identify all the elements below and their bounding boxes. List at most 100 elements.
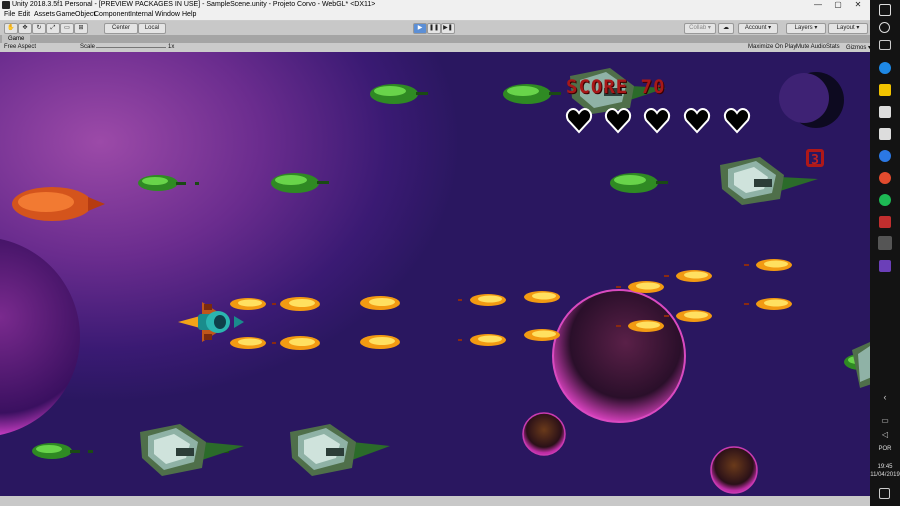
transform-tool-icon[interactable]: ⊞ <box>74 23 88 34</box>
green-bullet <box>271 173 329 193</box>
mail-icon[interactable] <box>879 106 891 118</box>
heart-icon <box>565 108 593 134</box>
green-bullet <box>32 443 93 459</box>
heart-icon <box>683 108 711 134</box>
game-tab-label: Game <box>8 36 25 42</box>
small-planet-right <box>710 446 758 494</box>
play-button[interactable]: ▶ <box>413 23 427 34</box>
rotate-tool-icon[interactable]: ↻ <box>32 23 46 34</box>
bomb-counter: 3 <box>806 149 824 168</box>
account-dropdown[interactable]: Account ▾ <box>738 23 778 34</box>
menu-gameobject[interactable]: GameObject <box>56 11 95 18</box>
scale-value: 1x <box>168 44 175 50</box>
green-bullet <box>370 84 428 104</box>
heart-icon <box>604 108 632 134</box>
move-tool-icon[interactable]: ✥ <box>18 23 32 34</box>
unity-icon[interactable] <box>878 236 892 250</box>
app-icon[interactable] <box>879 150 891 162</box>
enemy-ship[interactable] <box>720 157 818 205</box>
enemy-bullets <box>32 84 870 459</box>
hand-tool-icon[interactable]: ✋ <box>4 23 18 34</box>
yellow-bullet <box>744 259 792 271</box>
windows-start-icon[interactable] <box>879 4 891 16</box>
app-icon[interactable] <box>879 216 891 228</box>
menu-file[interactable]: File <box>4 11 15 18</box>
pivot-toggle[interactable]: Center <box>104 23 138 34</box>
file-explorer-icon[interactable] <box>879 84 891 96</box>
minimize-button[interactable]: — <box>808 0 828 10</box>
yellow-bullet <box>524 291 560 303</box>
heart-icon <box>723 108 751 134</box>
gizmos-dropdown[interactable]: Gizmos ▾ <box>846 44 871 51</box>
notification-icon[interactable] <box>879 488 890 499</box>
language-indicator[interactable]: POR <box>870 446 900 452</box>
title-bar: Unity 2018.3.5f1 Personal - [PREVIEW PAC… <box>0 0 870 10</box>
pink-planet <box>552 289 686 423</box>
green-bullet <box>610 173 668 193</box>
store-icon[interactable] <box>879 128 891 140</box>
spotify-icon[interactable] <box>879 194 891 206</box>
menu-help[interactable]: Help <box>182 11 196 18</box>
chrome-icon[interactable] <box>879 172 891 184</box>
game-scene <box>0 68 870 494</box>
toolbar: ✋ ✥ ↻ ⤢ ▭ ⊞ Center Local ▶ ❚❚ ▶❚ Collab … <box>0 21 870 36</box>
player-ship[interactable] <box>178 302 244 342</box>
yellow-bullet <box>272 297 320 311</box>
tab-bar: Game <box>0 35 870 43</box>
space-toggle[interactable]: Local <box>138 23 166 34</box>
window-title: Unity 2018.3.5f1 Personal - [PREVIEW PAC… <box>12 1 376 8</box>
stats-toggle[interactable]: Stats <box>826 44 840 50</box>
maximize-button[interactable]: ▢ <box>828 0 848 10</box>
yellow-bullet <box>524 329 560 341</box>
green-bullet <box>503 84 561 104</box>
maximize-on-play-toggle[interactable]: Maximize On Play <box>748 44 796 50</box>
chevron-up-icon[interactable]: ‹ <box>879 392 891 404</box>
mute-audio-toggle[interactable]: Mute Audio <box>796 44 826 50</box>
enemy-ship[interactable] <box>290 424 390 476</box>
yellow-bullet <box>230 298 266 310</box>
scale-label: Scale <box>80 44 96 50</box>
task-view-icon[interactable] <box>879 40 891 50</box>
player-bullets <box>230 259 792 350</box>
search-icon[interactable] <box>879 22 890 33</box>
heart-icon <box>643 108 671 134</box>
clock-date[interactable]: 11/04/2019 <box>870 472 900 478</box>
yellow-bullet <box>230 337 266 349</box>
status-bar <box>0 496 870 506</box>
volume-icon[interactable]: ◁ <box>879 430 891 442</box>
cloud-icon[interactable]: ☁ <box>718 23 734 34</box>
yellow-bullet <box>360 296 400 310</box>
orange-projectile <box>12 187 105 221</box>
yellow-bullet <box>664 270 712 282</box>
visual-studio-icon[interactable] <box>879 260 891 272</box>
rect-tool-icon[interactable]: ▭ <box>60 23 74 34</box>
moon-icon <box>779 72 844 128</box>
tab-game[interactable]: Game <box>2 35 31 43</box>
aspect-dropdown[interactable]: Free Aspect <box>4 44 36 50</box>
unity-logo-icon <box>2 1 10 9</box>
network-icon[interactable]: ▭ <box>879 416 891 428</box>
layout-dropdown[interactable]: Layout ▾ <box>828 23 868 34</box>
game-viewport[interactable]: SCORE 70 3 <box>0 52 870 496</box>
menu-bar: File Edit Assets GameObject Component In… <box>0 10 870 21</box>
yellow-bullet <box>458 294 506 306</box>
scale-slider[interactable] <box>96 47 166 48</box>
layers-dropdown[interactable]: Layers ▾ <box>786 23 826 34</box>
collab-dropdown[interactable]: Collab ▾ <box>684 23 716 34</box>
menu-component[interactable]: Component <box>94 11 130 18</box>
clock-time[interactable]: 19:45 <box>870 464 900 470</box>
close-button[interactable]: ✕ <box>848 0 868 10</box>
edge-icon[interactable] <box>879 62 891 74</box>
yellow-bullet <box>272 336 320 350</box>
scale-tool-icon[interactable]: ⤢ <box>46 23 60 34</box>
large-planet <box>0 239 80 435</box>
yellow-bullet <box>360 335 400 349</box>
menu-internal[interactable]: Internal <box>130 11 153 18</box>
menu-assets[interactable]: Assets <box>34 11 55 18</box>
pause-button[interactable]: ❚❚ <box>427 23 441 34</box>
enemy-ship[interactable] <box>140 424 244 476</box>
menu-edit[interactable]: Edit <box>18 11 30 18</box>
step-button[interactable]: ▶❚ <box>441 23 455 34</box>
windows-taskbar: ‹ ▭ ◁ POR 19:45 11/04/2019 <box>870 0 900 506</box>
menu-window[interactable]: Window <box>155 11 180 18</box>
